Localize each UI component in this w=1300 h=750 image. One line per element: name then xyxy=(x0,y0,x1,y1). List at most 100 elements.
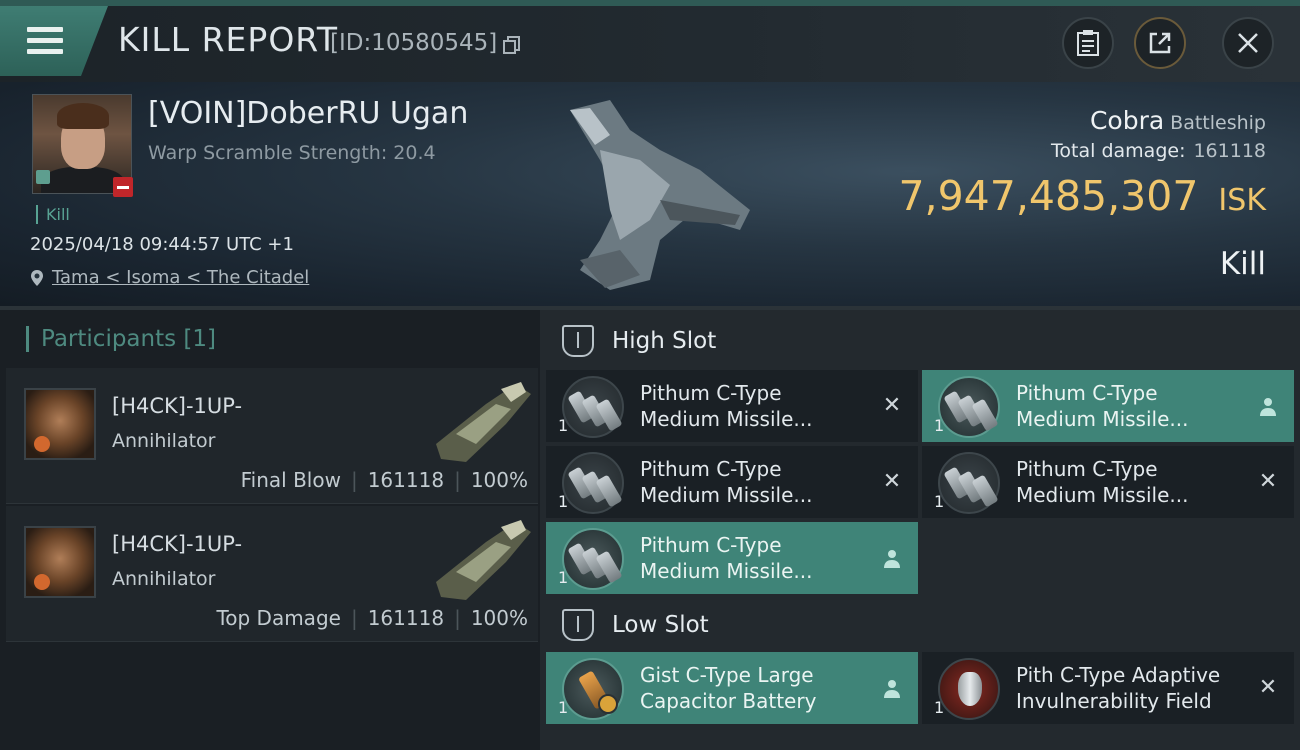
destroyed-icon: ✕ xyxy=(882,469,902,494)
isk-unit: ISK xyxy=(1218,183,1266,218)
clipboard-icon xyxy=(1077,30,1099,56)
low-slot-label: Low Slot xyxy=(612,612,709,638)
module-quantity: 1 xyxy=(934,492,945,511)
warp-scramble-strength: Warp Scramble Strength: 20.4 xyxy=(148,142,436,164)
module-name: Pithum C-Type Medium Missile... xyxy=(640,533,813,583)
module-quantity: 1 xyxy=(558,492,569,511)
module-item[interactable]: 1 Pithum C-Type Medium Missile... ✕ xyxy=(546,370,918,442)
missile-launcher-icon xyxy=(562,376,624,438)
isk-amount: 7,947,485,307 xyxy=(898,172,1199,220)
copy-icon[interactable] xyxy=(503,36,521,54)
close-button[interactable] xyxy=(1222,17,1274,69)
fitting-panel: High Slot 1 Pithum C-Type Medium Missile.… xyxy=(540,310,1300,750)
participants-panel: Participants [1] [H4CK]-1UP- Annihilator… xyxy=(0,310,540,750)
participant-ship-image xyxy=(436,520,531,600)
total-damage: Total damage: 161118 xyxy=(1051,140,1266,162)
participant-card[interactable]: [H4CK]-1UP- Annihilator Top Damage | 161… xyxy=(6,506,538,642)
destroyed-icon: ✕ xyxy=(1258,469,1278,494)
location-link[interactable]: Tama < Isoma < The Citadel xyxy=(52,267,309,288)
participant-percent: 100% xyxy=(470,606,528,630)
low-slot-header: Low Slot xyxy=(540,596,1300,654)
module-item[interactable]: 1 Pithum C-Type Medium Missile... xyxy=(546,522,918,594)
separator: | xyxy=(454,468,461,492)
share-button[interactable] xyxy=(1134,17,1186,69)
kill-outcome: Kill xyxy=(1219,246,1266,282)
hamburger-icon xyxy=(27,27,63,55)
high-slot-label: High Slot xyxy=(612,328,717,354)
kill-tag: Kill xyxy=(36,205,70,224)
corp-shield-icon xyxy=(36,170,50,184)
corp-logo-icon xyxy=(34,436,50,452)
missile-launcher-icon xyxy=(938,452,1000,514)
missile-launcher-icon xyxy=(562,452,624,514)
module-quantity: 1 xyxy=(934,698,945,717)
participant-avatar[interactable] xyxy=(24,526,96,598)
module-name: Pith C-Type Adaptive Invulnerability Fiel… xyxy=(1016,663,1221,713)
ship-name[interactable]: Cobra xyxy=(1090,106,1164,135)
isk-value: 7,947,485,307 ISK xyxy=(898,172,1266,220)
module-quantity: 1 xyxy=(558,568,569,587)
hostile-status-icon xyxy=(113,177,133,197)
participant-ship-image xyxy=(436,382,531,462)
module-name: Gist C-Type Large Capacitor Battery xyxy=(640,663,817,713)
top-accent-line xyxy=(0,0,1300,6)
share-icon xyxy=(1149,32,1171,54)
participant-ship: Annihilator xyxy=(112,430,216,452)
kill-datetime: 2025/04/18 09:44:57 UTC +1 xyxy=(30,234,294,255)
top-bar: KILL REPORT [ID:10580545] xyxy=(0,0,1300,82)
ship-class: Battleship xyxy=(1170,112,1266,134)
kill-summary: [VOIN]DoberRU Ugan Warp Scramble Strengt… xyxy=(0,82,1300,306)
separator: | xyxy=(454,606,461,630)
low-slot-icon xyxy=(562,609,594,641)
module-item[interactable]: 1 Gist C-Type Large Capacitor Battery xyxy=(546,652,918,724)
separator: | xyxy=(350,468,358,492)
total-damage-value: 161118 xyxy=(1193,140,1266,162)
corp-logo-icon xyxy=(34,574,50,590)
participant-role: Final Blow xyxy=(240,468,341,492)
module-name: Pithum C-Type Medium Missile... xyxy=(1016,457,1189,507)
high-slot-header: High Slot xyxy=(540,312,1300,370)
separator: | xyxy=(350,606,358,630)
participant-name: [H4CK]-1UP- xyxy=(112,394,243,418)
module-name: Pithum C-Type Medium Missile... xyxy=(640,457,813,507)
destroyed-icon: ✕ xyxy=(1258,675,1278,700)
participant-avatar[interactable] xyxy=(24,388,96,460)
module-item[interactable]: 1 Pithum C-Type Medium Missile... ✕ xyxy=(546,446,918,518)
report-id: [ID:10580545] xyxy=(330,30,498,56)
destroyed-icon: ✕ xyxy=(882,393,902,418)
kill-location[interactable]: Tama < Isoma < The Citadel xyxy=(30,267,309,288)
module-item[interactable]: 1 Pith C-Type Adaptive Invulnerability Fi… xyxy=(922,652,1294,724)
participants-title: Participants [1] xyxy=(26,326,216,352)
module-quantity: 1 xyxy=(558,416,569,435)
module-quantity: 1 xyxy=(934,416,945,435)
participant-card[interactable]: [H4CK]-1UP- Annihilator Final Blow | 161… xyxy=(6,368,538,504)
module-item[interactable]: 1 Pithum C-Type Medium Missile... ✕ xyxy=(922,446,1294,518)
participant-role: Top Damage xyxy=(216,606,341,630)
dropped-person-icon xyxy=(884,550,900,568)
clipboard-button[interactable] xyxy=(1062,17,1114,69)
missile-launcher-icon xyxy=(562,528,624,590)
module-item[interactable]: 1 Pithum C-Type Medium Missile... xyxy=(922,370,1294,442)
location-pin-icon xyxy=(31,269,43,286)
participant-percent: 100% xyxy=(470,468,528,492)
module-name: Pithum C-Type Medium Missile... xyxy=(640,381,813,431)
participant-stats: Top Damage | 161118 | 100% xyxy=(216,606,528,630)
total-damage-label: Total damage: xyxy=(1051,140,1186,162)
victim-ship-image xyxy=(570,100,750,290)
ship-type: Cobra Battleship xyxy=(1090,106,1266,135)
participant-name: [H4CK]-1UP- xyxy=(112,532,243,556)
module-name: Pithum C-Type Medium Missile... xyxy=(1016,381,1189,431)
participant-damage: 161118 xyxy=(367,606,445,630)
close-icon xyxy=(1238,33,1258,53)
victim-name[interactable]: [VOIN]DoberRU Ugan xyxy=(148,96,468,131)
menu-button[interactable] xyxy=(0,6,108,76)
dropped-person-icon xyxy=(884,680,900,698)
missile-launcher-icon xyxy=(938,376,1000,438)
shield-module-icon xyxy=(938,658,1000,720)
participant-damage: 161118 xyxy=(367,468,445,492)
participant-ship: Annihilator xyxy=(112,568,216,590)
page-title: KILL REPORT xyxy=(118,20,338,59)
participant-stats: Final Blow | 161118 | 100% xyxy=(241,468,528,492)
high-slot-icon xyxy=(562,325,594,357)
module-quantity: 1 xyxy=(558,698,569,717)
